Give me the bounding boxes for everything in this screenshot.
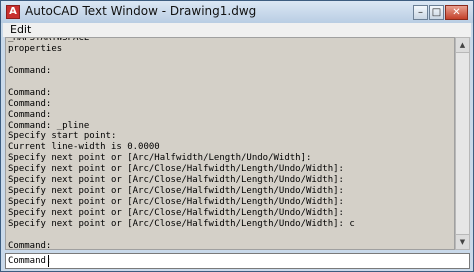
history-line: Specify next point or [Arc/Close/Halfwid… bbox=[8, 197, 344, 208]
history-line: Command: bbox=[8, 240, 52, 250]
command-line[interactable]: Command: bbox=[5, 253, 470, 269]
scroll-down-arrow-icon[interactable]: ▼ bbox=[456, 234, 469, 249]
history-line bbox=[8, 55, 355, 66]
text-cursor bbox=[48, 255, 49, 267]
history-line: Specify next point or [Arc/Close/Halfwid… bbox=[8, 175, 344, 186]
history-line: Specify next point or [Arc/Close/Halfwid… bbox=[8, 186, 344, 197]
history-line: Command: _pline bbox=[8, 120, 90, 131]
history-line: Command: bbox=[8, 109, 52, 120]
menu-item-edit[interactable]: Edit bbox=[10, 23, 31, 37]
history-line: Current line-width is 0.0000 bbox=[8, 142, 160, 153]
vertical-scrollbar[interactable]: ▲ ▼ bbox=[455, 37, 470, 250]
autocad-logo-icon: A bbox=[6, 5, 20, 19]
menu-bar: Edit bbox=[3, 23, 471, 37]
window-title: AutoCAD Text Window - Drawing1.dwg bbox=[25, 4, 257, 18]
command-input[interactable] bbox=[48, 255, 458, 267]
history-line: Command: bbox=[8, 65, 52, 76]
history-line: Specify start point: bbox=[8, 131, 117, 142]
minimize-button[interactable]: – bbox=[413, 5, 428, 20]
history-line: _MAPSTARTWSPACE bbox=[8, 37, 90, 43]
history-line bbox=[8, 77, 355, 88]
history-line bbox=[8, 230, 355, 241]
title-bar[interactable]: A AutoCAD Text Window - Drawing1.dwg – □… bbox=[1, 1, 473, 23]
maximize-button[interactable]: □ bbox=[429, 5, 444, 20]
history-line: Specify next point or [Arc/Close/Halfwid… bbox=[8, 208, 344, 218]
scroll-up-arrow-icon[interactable]: ▲ bbox=[456, 38, 469, 53]
autocad-text-window: A AutoCAD Text Window - Drawing1.dwg – □… bbox=[0, 0, 474, 272]
history-line: Specify next point or [Arc/Close/Halfwid… bbox=[8, 218, 355, 229]
command-history[interactable]: _MAPSTARTWSPACE properties Command: Command… bbox=[5, 37, 455, 250]
history-line: Specify next point or [Arc/Close/Halfwid… bbox=[8, 164, 344, 175]
history-line: Command: bbox=[8, 87, 52, 98]
close-button[interactable]: ✕ bbox=[445, 5, 468, 20]
history-line: properties bbox=[8, 43, 63, 54]
history-line: Specify next point or [Arc/Halfwidth/Len… bbox=[8, 153, 312, 164]
history-lines: _MAPSTARTWSPACE properties Command: Command… bbox=[8, 37, 355, 250]
command-prompt-label: Command: bbox=[8, 256, 52, 266]
history-line: Command: bbox=[8, 98, 52, 109]
